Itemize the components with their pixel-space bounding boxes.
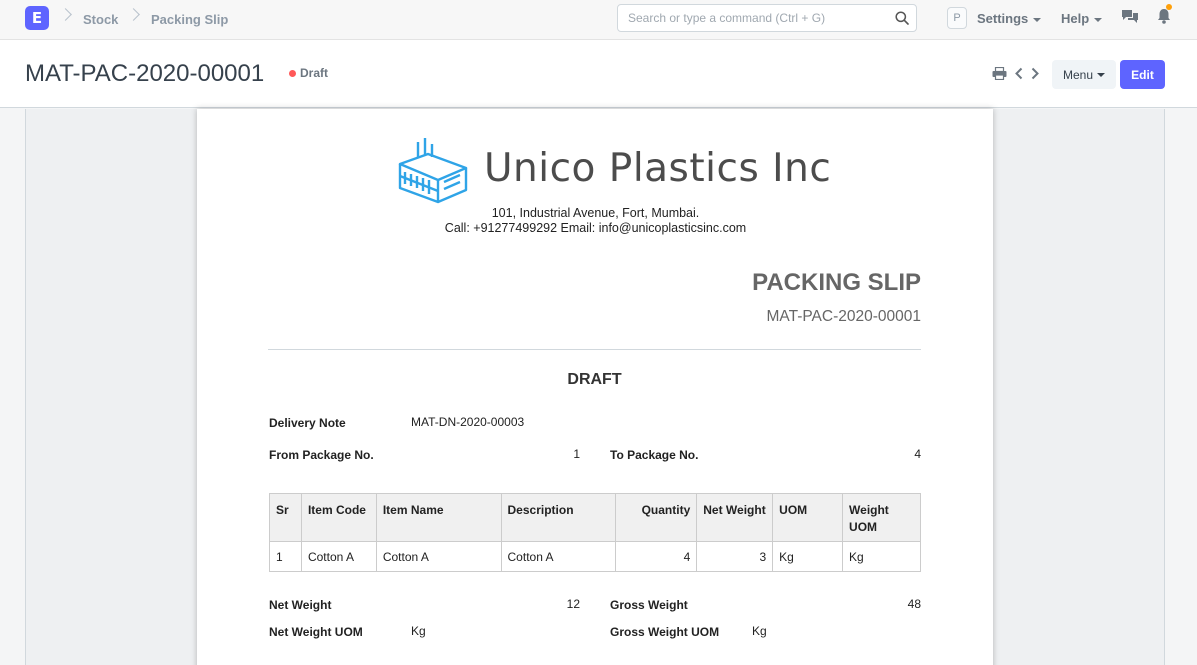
from-package-label: From Package No. <box>269 448 374 462</box>
column-header: Sr <box>269 493 302 542</box>
chevron-right-icon <box>127 8 140 21</box>
settings-dropdown[interactable]: Settings <box>977 11 1042 26</box>
net-weight-label: Net Weight <box>269 598 332 612</box>
gross-weight-uom-value: Kg <box>752 624 767 638</box>
caret-down-icon <box>1094 17 1103 22</box>
bell-icon[interactable] <box>1157 8 1171 24</box>
cell-item-code: Cotton A <box>300 541 377 572</box>
chevron-left-icon[interactable] <box>1014 67 1024 80</box>
column-header: UOM <box>772 493 844 542</box>
draft-label: DRAFT <box>567 371 622 388</box>
net-weight-uom-label: Net Weight UOM <box>269 625 363 639</box>
table-row: 1 Cotton A Cotton A Cotton A 4 3 Kg Kg <box>269 541 921 572</box>
net-weight-value: 12 <box>566 597 580 611</box>
print-icon[interactable] <box>992 67 1007 80</box>
column-header: Item Name <box>375 493 502 542</box>
menu-label: Menu <box>1062 67 1094 82</box>
company-contact: Call: +91277499292 Email: info@unicoplas… <box>444 221 747 235</box>
factory-logo-icon <box>398 138 468 204</box>
breadcrumb-stock[interactable]: Stock <box>83 12 118 27</box>
breadcrumb-packing-slip[interactable]: Packing Slip <box>151 12 228 27</box>
app-logo[interactable]: E <box>25 6 49 30</box>
gross-weight-value: 48 <box>907 597 921 611</box>
search-icon[interactable] <box>895 11 909 25</box>
awesomebar <box>617 4 917 32</box>
cell-quantity: 4 <box>615 541 698 572</box>
to-package-value: 4 <box>914 447 921 461</box>
help-label: Help <box>1061 11 1090 26</box>
settings-label: Settings <box>977 11 1029 26</box>
table-header-row: Sr Item Code Item Name Description Quant… <box>269 493 921 542</box>
document-name: MAT-PAC-2020-00001 <box>766 308 921 325</box>
help-dropdown[interactable]: Help <box>1061 11 1103 26</box>
net-weight-uom-value: Kg <box>411 624 426 638</box>
company-address: 101, Industrial Avenue, Fort, Mumbai. <box>491 206 700 220</box>
column-header: Description <box>500 493 617 542</box>
page-header: MAT-PAC-2020-00001 Draft Menu Edit <box>0 40 1197 108</box>
gross-weight-uom-label: Gross Weight UOM <box>610 625 720 639</box>
cell-item-name: Cotton A <box>375 541 502 572</box>
chevron-right-icon <box>59 8 72 21</box>
cell-weight-uom: Kg <box>842 541 921 572</box>
column-header: Quantity <box>615 493 698 542</box>
divider <box>268 349 921 350</box>
document-type-heading: PACKING SLIP <box>752 269 921 296</box>
cell-sr: 1 <box>269 541 302 572</box>
avatar[interactable]: P <box>947 7 967 29</box>
column-header: Net Weight <box>696 493 774 542</box>
edit-button[interactable]: Edit <box>1120 60 1165 89</box>
menu-button[interactable]: Menu <box>1052 60 1116 89</box>
status-badge: Draft <box>300 66 329 80</box>
delivery-note-label: Delivery Note <box>269 416 346 430</box>
items-table: Sr Item Code Item Name Description Quant… <box>269 493 921 572</box>
caret-down-icon <box>1033 17 1042 22</box>
cell-description: Cotton A <box>500 541 617 572</box>
to-package-label: To Package No. <box>610 448 699 462</box>
gross-weight-label: Gross Weight <box>610 598 688 612</box>
search-input[interactable] <box>618 5 888 31</box>
company-name: Unico Plastics Inc <box>484 146 832 191</box>
page-title: MAT-PAC-2020-00001 <box>25 60 265 87</box>
chevron-right-icon[interactable] <box>1030 67 1040 80</box>
column-header: Item Code <box>300 493 377 542</box>
cell-net-weight: 3 <box>696 541 774 572</box>
chat-icon[interactable] <box>1121 9 1139 25</box>
caret-down-icon <box>1097 73 1106 78</box>
navbar: E Stock Packing Slip P Settings Help <box>0 0 1197 40</box>
cell-uom: Kg <box>772 541 844 572</box>
column-header: Weight UOM <box>842 493 921 542</box>
status-indicator-dot <box>289 70 296 77</box>
delivery-note-value: MAT-DN-2020-00003 <box>411 415 525 429</box>
notification-dot <box>1166 4 1172 10</box>
from-package-value: 1 <box>573 447 580 461</box>
